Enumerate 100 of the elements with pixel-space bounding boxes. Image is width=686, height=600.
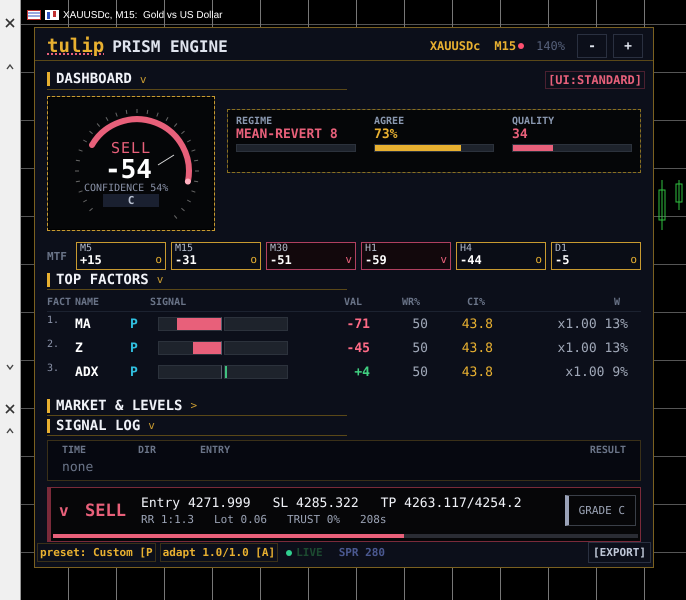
timeframe-score: -44	[460, 254, 482, 266]
export-button[interactable]: [EXPORT]	[588, 542, 651, 563]
section-title[interactable]: MARKET & LEVELS	[56, 398, 182, 414]
signal-direction: SELL	[85, 500, 127, 521]
close-icon[interactable]	[5, 404, 15, 414]
factor-name: MA	[75, 316, 92, 332]
zoom-button[interactable]: +	[613, 34, 643, 58]
table-cell-text: +4	[353, 364, 370, 380]
timeframe-name: H4	[460, 243, 474, 254]
zoom-label: 140%	[536, 39, 565, 54]
app-title: PRISM ENGINE	[112, 36, 228, 56]
gauge-needle	[158, 154, 174, 166]
table-cell-text: x1.00 9%	[564, 364, 628, 380]
confidence-label: CONFIDENCE 54%	[84, 183, 168, 194]
score-value: -54	[105, 157, 152, 184]
column-header: RESULT	[590, 445, 626, 456]
timeframe-label: M15	[494, 39, 516, 54]
table-cell-text: 43.8	[460, 316, 493, 332]
positive-signal-bar	[224, 365, 288, 380]
section-title[interactable]: DASHBOARD	[56, 71, 132, 88]
entry-price: Entry 4271.999	[141, 496, 251, 511]
table-cell-text: 43.8	[460, 364, 493, 380]
negative-signal-bar	[158, 365, 222, 380]
adapt-button[interactable]: adapt 1.0/1.0 [A]	[160, 543, 278, 562]
preset-button[interactable]: preset: Custom [P	[37, 543, 156, 562]
column-header: DIR	[138, 445, 158, 456]
ui-mode-button[interactable]: [UI:STANDARD]	[545, 70, 645, 89]
risk-reward: RR 1:1.3	[141, 512, 194, 526]
timeframe-name: D1	[555, 243, 568, 254]
direction-mark: v	[345, 254, 352, 266]
direction-mark: o	[155, 254, 162, 266]
row-index: 1.	[47, 314, 60, 326]
section-title[interactable]: SIGNAL LOG	[56, 418, 140, 434]
zoom-button[interactable]: -	[577, 34, 607, 58]
mtf-label: MTF	[47, 250, 68, 263]
gauge-end-dot	[184, 179, 191, 186]
timeframe-name: M30	[270, 243, 290, 254]
timeframe-score: -5	[555, 254, 570, 266]
direction-mark: o	[535, 254, 542, 266]
direction-label: SELL	[111, 139, 152, 158]
factor-tag: P	[130, 340, 150, 356]
direction-mark: o	[630, 254, 637, 266]
direction-mark: o	[250, 254, 257, 266]
chart-window-icon	[27, 10, 41, 20]
column-header: CI%	[466, 296, 485, 308]
empty-text: none	[62, 460, 94, 476]
column-header: FACT	[47, 296, 72, 308]
factor-tag: P	[130, 316, 150, 332]
table-cell-text: 50	[411, 316, 428, 332]
table-cell-text: 50	[411, 340, 428, 356]
table-cell-text: x1.00 13%	[556, 340, 628, 356]
scroll-down-icon[interactable]	[5, 362, 15, 372]
direction-mark: v	[440, 254, 447, 266]
candles-icon	[45, 10, 59, 20]
table-cell-text: -71	[346, 316, 370, 332]
negative-signal-bar	[158, 317, 222, 332]
stop-loss: SL 4285.322	[272, 496, 359, 511]
collapse-toggle[interactable]: v	[148, 419, 155, 432]
timeframe-score: +15	[80, 254, 102, 266]
factor-name: ADX	[75, 364, 100, 380]
positive-signal-bar	[224, 317, 288, 332]
table-cell-text: 43.8	[460, 340, 493, 356]
lot-size: Lot 0.06	[214, 512, 267, 526]
expand-toggle[interactable]: >	[190, 399, 198, 412]
symbol-label: XAUUSDc	[430, 39, 480, 54]
factor-tag: P	[130, 364, 150, 380]
column-header: NAME	[75, 296, 100, 308]
timeframe-name: H1	[365, 243, 378, 254]
stat-label: AGREE	[374, 116, 406, 128]
stat-value: 34	[512, 127, 529, 142]
signal-age: 208s	[360, 512, 386, 526]
scroll-up-icon[interactable]	[5, 426, 15, 436]
grade-badge: GRADE C	[564, 495, 636, 526]
timeframe-name: M5	[80, 243, 94, 254]
column-header: SIGNAL	[150, 296, 188, 308]
row-index: 3.	[47, 362, 60, 374]
timeframe-score: -59	[365, 254, 387, 266]
collapse-toggle[interactable]: v	[156, 273, 164, 286]
table-cell-text: -45	[346, 340, 370, 356]
stat-label: QUALITY	[512, 116, 556, 128]
stat-label: REGIME	[236, 116, 274, 128]
collapse-toggle[interactable]: v	[140, 72, 146, 86]
column-header: VAL	[342, 296, 362, 308]
take-profit: TP 4263.117/4254.2	[380, 496, 522, 511]
table-cell-text: 50	[411, 364, 428, 380]
live-label: LIVE	[296, 546, 323, 559]
grade-badge: C	[103, 194, 159, 208]
stat-value: 73%	[374, 127, 398, 142]
scroll-up-icon[interactable]	[5, 62, 15, 72]
section-title[interactable]: TOP FACTORS	[56, 272, 149, 288]
close-icon[interactable]	[5, 18, 15, 28]
timeframe-name: M15	[175, 243, 194, 254]
timeframe-score: -31	[175, 254, 197, 266]
positive-signal-bar	[224, 341, 288, 356]
table-cell-text: x1.00 13%	[556, 316, 628, 332]
factor-name: Z	[75, 340, 84, 356]
timeframe-score: -51	[270, 254, 292, 266]
chart-window-title: XAUUSDc, M15: Gold vs US Dollar	[63, 10, 222, 20]
logo: tulip	[47, 35, 104, 58]
column-header: ENTRY	[200, 445, 232, 456]
